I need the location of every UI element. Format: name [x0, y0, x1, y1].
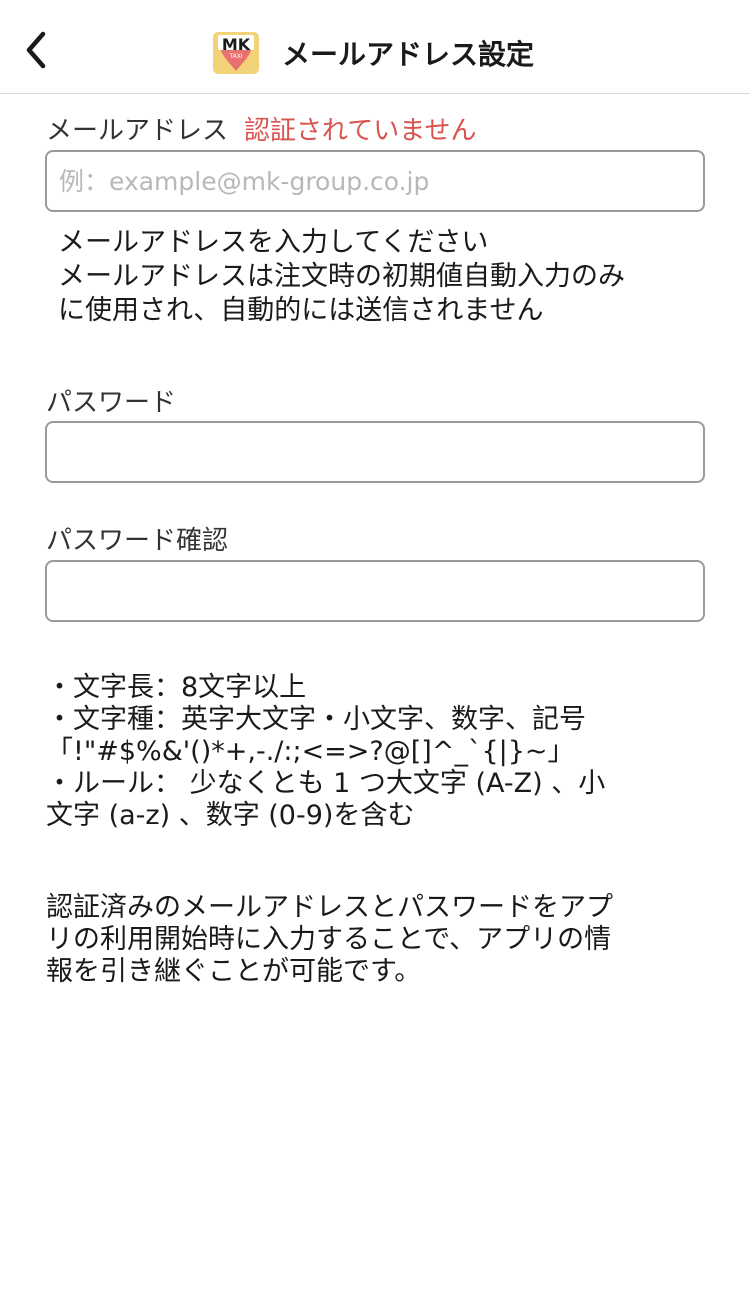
- password-confirm-label: パスワード確認: [46, 526, 229, 556]
- logo-text: MK: [221, 35, 251, 54]
- password-confirm-input[interactable]: [45, 560, 705, 622]
- email-help-line: に使用され、自動的には送信されません: [58, 295, 544, 326]
- email-label: メールアドレス: [46, 116, 229, 146]
- email-help-line: メールアドレスは注文時の初期値自動入力のみ: [58, 261, 625, 292]
- info-line: 認証済みのメールアドレスとパスワードをアプ: [46, 892, 613, 923]
- rule-line: ・文字長：8文字以上: [46, 672, 307, 703]
- rule-line: ・ルール： 少なくとも 1 つ大文字 (A-Z) 、小: [46, 768, 606, 799]
- password-label: パスワード: [46, 388, 177, 418]
- rule-line: ・文字種：英字大文字・小文字、数字、記号: [46, 704, 586, 735]
- rule-line: 文字 (a-z) 、数字 (0-9)を含む: [46, 800, 415, 831]
- app-header: MK TAXI メールアドレス設定: [0, 0, 750, 94]
- logo-subtext: TAXI: [229, 53, 243, 60]
- page-title: メールアドレス設定: [282, 38, 535, 71]
- password-input[interactable]: [45, 421, 705, 483]
- email-input[interactable]: [45, 150, 705, 212]
- chevron-left-icon: [26, 31, 46, 69]
- rule-line: 「!"#$%&'()*+,-./:;<=>?@[]^_`{|}~」: [46, 736, 575, 767]
- password-rules: ・文字長：8文字以上 ・文字種：英字大文字・小文字、数字、記号 「!"#$%&'…: [46, 672, 726, 832]
- verification-status-badge: 認証されていません: [244, 116, 477, 146]
- email-help-text: メールアドレスを入力してください メールアドレスは注文時の初期値自動入力のみ に…: [58, 226, 718, 328]
- back-button[interactable]: [14, 28, 58, 72]
- account-transfer-info: 認証済みのメールアドレスとパスワードをアプ リの利用開始時に入力することで、アプ…: [46, 892, 726, 988]
- info-line: リの利用開始時に入力することで、アプリの情: [46, 924, 612, 955]
- email-help-line: メールアドレスを入力してください: [58, 227, 489, 258]
- mk-taxi-logo: MK TAXI: [212, 31, 260, 75]
- info-line: 報を引き継ぐことが可能です。: [46, 956, 422, 987]
- email-label-row: メールアドレス 認証されていません: [46, 110, 476, 147]
- header-title-group: MK TAXI メールアドレス設定: [212, 30, 534, 76]
